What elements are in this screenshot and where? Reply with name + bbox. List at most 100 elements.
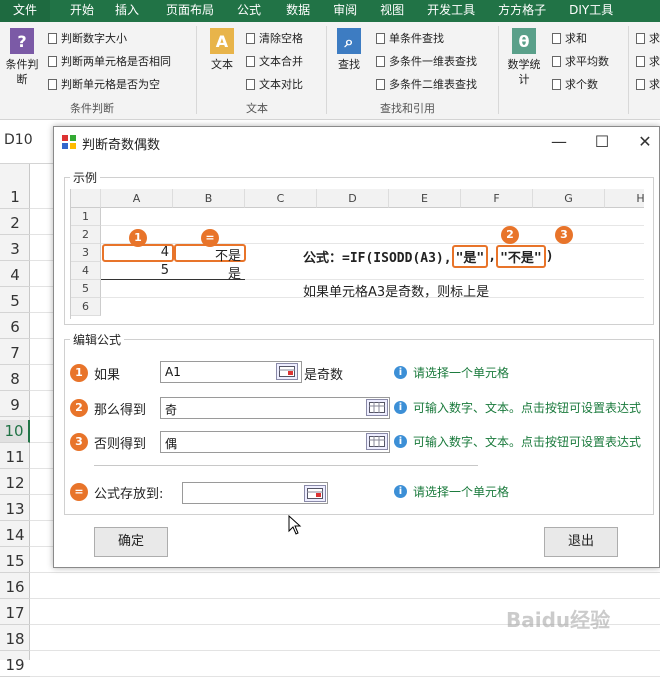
if-label: 如果 bbox=[94, 368, 121, 383]
info-icon: i bbox=[394, 485, 407, 498]
maximize-icon[interactable]: ☐ bbox=[587, 130, 617, 154]
tab-view[interactable]: 视图 bbox=[366, 0, 413, 22]
multi-condition-1d-find-button[interactable]: 多条件一维表查找 bbox=[376, 53, 477, 69]
condition-judge-button[interactable]: ? 条件判 断 bbox=[2, 28, 42, 87]
condition-judge-label: 条件判 断 bbox=[5, 58, 39, 86]
count-button[interactable]: 求个数 bbox=[552, 76, 598, 92]
more-stat-label: 求 bbox=[649, 32, 660, 45]
cell-a4: 5 bbox=[160, 263, 169, 278]
close-icon[interactable]: ✕ bbox=[630, 130, 660, 154]
expression-picker-icon[interactable] bbox=[366, 399, 388, 416]
mini-row-header: 4 bbox=[71, 262, 101, 280]
mini-col-header: E bbox=[389, 189, 461, 208]
row-header[interactable]: 13 bbox=[0, 498, 30, 521]
example-mini-sheet: A B C D E F G H 1 2 3 4 5 6 4 不是 5 是 1 =… bbox=[70, 189, 644, 319]
row-header[interactable]: 3 bbox=[0, 238, 30, 261]
mini-col-header: G bbox=[533, 189, 605, 208]
mini-row-header: 1 bbox=[71, 208, 101, 226]
tab-file[interactable]: 文件 bbox=[0, 0, 50, 22]
else-value-input[interactable]: 偶 bbox=[160, 431, 390, 453]
mini-row-header: 6 bbox=[71, 298, 101, 316]
row-header[interactable]: 19 bbox=[0, 654, 30, 677]
more-stat-button-2[interactable]: 求 bbox=[636, 53, 660, 69]
mini-col-header: B bbox=[173, 189, 245, 208]
group-separator bbox=[196, 26, 197, 114]
formula-yes: "是" bbox=[451, 245, 489, 268]
average-label: 求平均数 bbox=[565, 55, 609, 68]
text-icon: A bbox=[210, 28, 234, 54]
judge-odd-even-dialog: 判断奇数偶数 — ☐ ✕ 示例 A B C D E F G H 1 2 3 4 … bbox=[53, 126, 660, 568]
document-icon bbox=[552, 32, 561, 44]
expression-picker-icon[interactable] bbox=[366, 433, 388, 450]
dialog-title-bar: 判断奇数偶数 — ☐ ✕ bbox=[54, 127, 659, 157]
tab-page-layout[interactable]: 页面布局 bbox=[148, 0, 223, 22]
tab-data[interactable]: 数据 bbox=[270, 0, 319, 22]
tab-insert[interactable]: 插入 bbox=[103, 0, 148, 22]
then-value-input[interactable]: 奇 bbox=[160, 397, 390, 419]
judge-number-size-button[interactable]: 判断数字大小 bbox=[48, 30, 127, 46]
row-header[interactable]: 11 bbox=[0, 446, 30, 469]
if-suffix-label: 是奇数 bbox=[304, 368, 344, 383]
if-hint: i 请选择一个单元格 bbox=[394, 364, 509, 381]
document-icon bbox=[48, 55, 57, 67]
badge-three: 3 bbox=[555, 226, 573, 244]
judge-number-size-label: 判断数字大小 bbox=[61, 32, 127, 45]
row-header[interactable]: 10 bbox=[0, 420, 30, 443]
formula-comma: , bbox=[488, 249, 497, 264]
row-header[interactable]: 12 bbox=[0, 472, 30, 495]
tab-developer[interactable]: 开发工具 bbox=[413, 0, 484, 22]
mini-col-header: D bbox=[317, 189, 389, 208]
mini-row-header: 3 bbox=[71, 244, 101, 262]
then-label: 那么得到 bbox=[94, 403, 147, 418]
row-header[interactable]: 7 bbox=[0, 342, 30, 365]
baidu-watermark: Baidu经验 bbox=[506, 608, 611, 632]
average-button[interactable]: 求平均数 bbox=[552, 53, 609, 69]
text-compare-button[interactable]: 文本对比 bbox=[246, 76, 303, 92]
text-merge-button[interactable]: 文本合并 bbox=[246, 53, 303, 69]
range-picker-icon[interactable] bbox=[276, 363, 298, 380]
document-icon bbox=[48, 32, 57, 44]
ok-button[interactable]: 确定 bbox=[94, 527, 168, 557]
group-separator bbox=[326, 26, 327, 114]
row-header[interactable]: 4 bbox=[0, 264, 30, 287]
else-hint: i 可输入数字、文本。点击按钮可设置表达式 bbox=[394, 433, 641, 450]
math-stat-button[interactable]: θ 数学统 计 bbox=[504, 28, 544, 87]
more-stat-button-3[interactable]: 求 bbox=[636, 76, 660, 92]
tab-review[interactable]: 审阅 bbox=[319, 0, 366, 22]
row-header[interactable]: 9 bbox=[0, 394, 30, 417]
row-header[interactable]: 15 bbox=[0, 550, 30, 573]
range-picker-icon[interactable] bbox=[304, 485, 326, 502]
exit-button[interactable]: 退出 bbox=[544, 527, 618, 557]
row-header[interactable]: 14 bbox=[0, 524, 30, 547]
text-button[interactable]: A 文本 bbox=[204, 28, 240, 72]
name-box[interactable]: D10 bbox=[4, 132, 33, 148]
row-header[interactable]: 18 bbox=[0, 628, 30, 651]
tab-formulas[interactable]: 公式 bbox=[223, 0, 270, 22]
mini-col-header: C bbox=[245, 189, 317, 208]
row-header[interactable]: 1 bbox=[0, 186, 30, 209]
sum-label: 求和 bbox=[565, 32, 587, 45]
row-header[interactable]: 17 bbox=[0, 602, 30, 625]
then-hint-text: 可输入数字、文本。点击按钮可设置表达式 bbox=[413, 401, 642, 415]
minimize-icon[interactable]: — bbox=[544, 130, 574, 154]
multi-condition-2d-find-button[interactable]: 多条件二维表查找 bbox=[376, 76, 477, 92]
if-hint-text: 请选择一个单元格 bbox=[413, 366, 510, 380]
judge-cell-empty-button[interactable]: 判断单元格是否为空 bbox=[48, 76, 160, 92]
judge-cells-same-button[interactable]: 判断两单元格是否相同 bbox=[48, 53, 171, 69]
row-header[interactable]: 5 bbox=[0, 290, 30, 313]
more-stat-button-1[interactable]: 求 bbox=[636, 30, 660, 46]
row-header[interactable]: 16 bbox=[0, 576, 30, 599]
tab-home[interactable]: 开始 bbox=[50, 0, 103, 22]
row-header[interactable]: 6 bbox=[0, 316, 30, 339]
single-condition-find-button[interactable]: 单条件查找 bbox=[376, 30, 444, 46]
tab-ffgz[interactable]: 方方格子 bbox=[484, 0, 555, 22]
divider bbox=[94, 465, 478, 466]
find-button[interactable]: ⌕ 查找 bbox=[334, 28, 364, 72]
row-header[interactable]: 8 bbox=[0, 368, 30, 391]
sum-button[interactable]: 求和 bbox=[552, 30, 587, 46]
clear-spaces-button[interactable]: 清除空格 bbox=[246, 30, 303, 46]
tab-diy-tools[interactable]: DIY工具 bbox=[555, 0, 622, 22]
formula-suffix: ) bbox=[545, 249, 554, 264]
store-label: 公式存放到: bbox=[94, 487, 164, 502]
row-header[interactable]: 2 bbox=[0, 212, 30, 235]
